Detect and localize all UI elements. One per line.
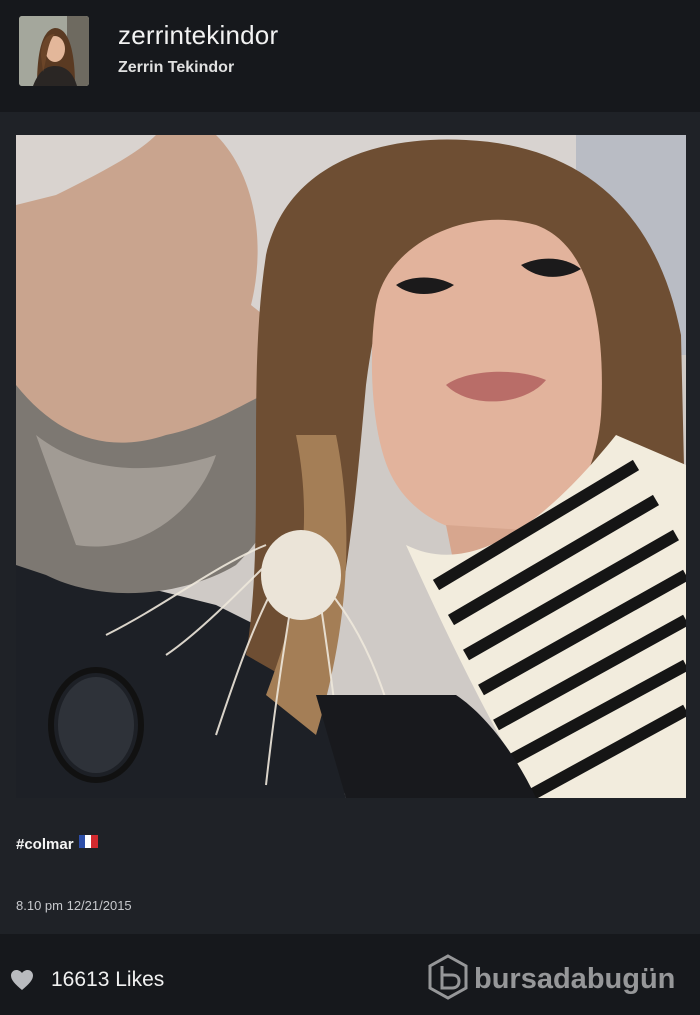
profile-header: zerrintekindor Zerrin Tekindor xyxy=(0,0,700,112)
likes-label: Likes xyxy=(115,968,165,991)
french-flag-icon xyxy=(78,835,98,848)
post-photo[interactable] xyxy=(16,135,686,798)
post-caption: #colmar xyxy=(16,835,98,853)
caption-hashtag[interactable]: #colmar xyxy=(16,836,74,853)
likes-number: 16613 xyxy=(51,968,110,991)
post-footer: 16613 Likes bursadabugün xyxy=(0,934,700,1015)
full-name: Zerrin Tekindor xyxy=(118,59,235,76)
avatar[interactable] xyxy=(19,16,89,86)
post-timestamp: 8.10 pm 12/21/2015 xyxy=(16,898,132,913)
watermark-logo: bursadabugün xyxy=(428,954,675,1000)
likes-count: 16613 Likes xyxy=(51,968,164,992)
username[interactable]: zerrintekindor xyxy=(118,20,278,51)
heart-icon[interactable] xyxy=(10,969,34,991)
watermark-text: bursadabugün xyxy=(474,963,675,995)
